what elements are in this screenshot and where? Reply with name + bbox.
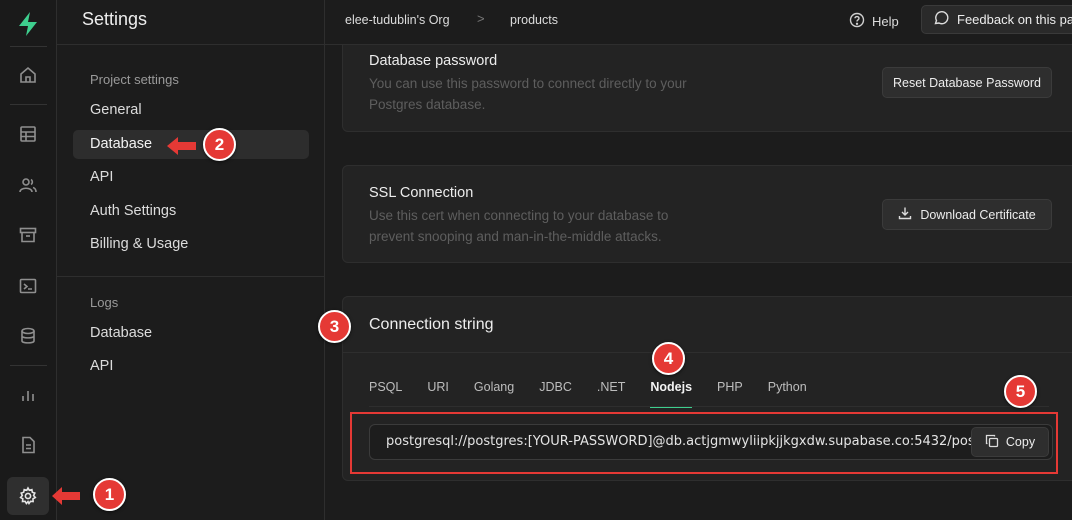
tab-jdbc[interactable]: JDBC (539, 380, 572, 406)
sidebar-item-logs-database[interactable]: Database (73, 319, 309, 348)
sidebar-item-api[interactable]: API (73, 163, 309, 192)
breadcrumb-project[interactable]: products (510, 13, 558, 27)
connection-string-divider (343, 352, 1072, 353)
sql-editor-icon[interactable] (16, 274, 40, 298)
download-icon (898, 206, 912, 223)
settings-sidebar: Settings Project settings General Databa… (57, 0, 325, 520)
database-password-title: Database password (369, 53, 498, 69)
top-bar: elee-tudublin's Org > products Help Feed… (325, 0, 1072, 45)
connection-string-card: Connection string PSQL URI Golang JDBC .… (342, 296, 1072, 481)
users-icon[interactable] (16, 173, 40, 197)
download-certificate-button[interactable]: Download Certificate (882, 199, 1052, 230)
help-label: Help (872, 13, 899, 29)
reports-icon[interactable] (16, 383, 40, 407)
ssl-connection-title: SSL Connection (369, 185, 474, 201)
storage-icon[interactable] (16, 223, 40, 247)
tab-php[interactable]: PHP (717, 380, 743, 406)
sidebar-item-database[interactable]: Database (73, 130, 309, 159)
sidebar-item-logs-api[interactable]: API (73, 352, 309, 381)
home-icon[interactable] (16, 63, 40, 87)
connection-string-field[interactable]: postgresql://postgres:[YOUR-PASSWORD]@db… (369, 424, 1053, 460)
tab-nodejs[interactable]: Nodejs (650, 380, 692, 408)
feedback-label: Feedback on this pa (957, 12, 1072, 27)
tabs-underline (369, 406, 1049, 407)
sidebar-item-billing-usage[interactable]: Billing & Usage (73, 230, 309, 259)
tab-python[interactable]: Python (768, 380, 807, 406)
sidebar-title: Settings (82, 9, 148, 29)
ssl-connection-card: SSL Connection Use this cert when connec… (342, 165, 1072, 263)
sidebar-item-general[interactable]: General (73, 96, 309, 125)
supabase-logo[interactable] (15, 11, 41, 37)
tab-uri[interactable]: URI (427, 380, 449, 406)
breadcrumb-org[interactable]: elee-tudublin's Org (345, 13, 450, 27)
feedback-button[interactable]: Feedback on this pa (921, 5, 1072, 34)
help-button[interactable]: Help (849, 9, 899, 33)
group-label-logs: Logs (90, 295, 119, 310)
reset-database-password-button[interactable]: Reset Database Password (882, 67, 1052, 98)
sidebar-divider (57, 276, 325, 277)
settings-icon[interactable] (16, 484, 40, 508)
main-content: Database password You can use this passw… (325, 45, 1072, 520)
database-password-description: You can use this password to connect dir… (369, 76, 687, 112)
docs-icon[interactable] (16, 433, 40, 457)
breadcrumb-separator: > (477, 11, 485, 26)
tab-golang[interactable]: Golang (474, 380, 514, 406)
tab-dotnet[interactable]: .NET (597, 380, 625, 406)
help-icon (849, 12, 865, 31)
sidebar-item-auth-settings[interactable]: Auth Settings (73, 197, 309, 226)
copy-label: Copy (1005, 435, 1036, 449)
feedback-icon (933, 10, 949, 29)
database-password-card: Database password You can use this passw… (342, 45, 1072, 132)
table-editor-icon[interactable] (16, 122, 40, 146)
connection-string-title: Connection string (369, 316, 494, 333)
group-label-project-settings: Project settings (90, 72, 179, 87)
download-certificate-label: Download Certificate (920, 207, 1036, 222)
ssl-connection-description: Use this cert when connecting to your da… (369, 208, 669, 244)
tab-psql[interactable]: PSQL (369, 380, 402, 406)
connection-string-tabs: PSQL URI Golang JDBC .NET Nodejs PHP Pyt… (369, 380, 832, 408)
database-icon[interactable] (16, 324, 40, 348)
copy-icon (985, 434, 999, 451)
icon-rail (0, 0, 57, 520)
copy-button[interactable]: Copy (971, 427, 1049, 457)
